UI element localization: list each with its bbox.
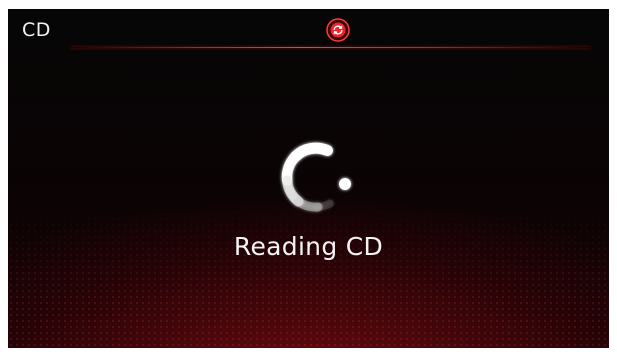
status-message: Reading CD [233, 232, 384, 261]
screen-title: CD [22, 19, 51, 41]
top-bar: CD [8, 9, 609, 51]
cd-repeat-icon [326, 18, 350, 42]
loading-spinner-icon [281, 142, 351, 212]
header-divider [70, 47, 590, 48]
cd-screen: CD Reading CD [8, 9, 609, 348]
